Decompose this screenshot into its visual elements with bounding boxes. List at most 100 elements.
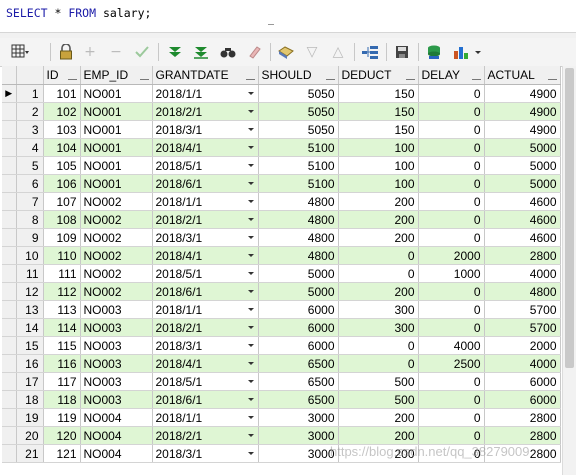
- cell-actual[interactable]: 6000: [484, 372, 561, 391]
- cell-grantdate[interactable]: 2018/5/1: [152, 372, 259, 391]
- cell-grantdate[interactable]: 2018/6/1: [152, 390, 259, 409]
- cell-emp-id[interactable]: NO001: [80, 156, 153, 175]
- cell-grantdate[interactable]: 2018/4/1: [152, 354, 259, 373]
- cell-emp-id[interactable]: NO003: [80, 318, 153, 337]
- cell-grantdate[interactable]: 2018/3/1: [152, 228, 259, 247]
- row-indicator[interactable]: ▶: [2, 84, 17, 103]
- column-header-emp-id[interactable]: EMP_ID: [80, 66, 153, 85]
- table-row[interactable]: 19 119 NO004 2018/1/1 3000 200 0 2800: [2, 408, 561, 427]
- cell-emp-id[interactable]: NO004: [80, 426, 153, 445]
- cell-grantdate[interactable]: 2018/6/1: [152, 174, 259, 193]
- row-indicator[interactable]: [2, 246, 17, 265]
- cell-delay[interactable]: 0: [418, 426, 485, 445]
- column-header-should[interactable]: SHOULD: [258, 66, 339, 85]
- grid-view-icon[interactable]: [10, 42, 30, 62]
- cell-id[interactable]: 102: [43, 102, 81, 121]
- column-header-delay[interactable]: DELAY: [418, 66, 485, 85]
- cell-delay[interactable]: 0: [418, 372, 485, 391]
- row-indicator[interactable]: [2, 120, 17, 139]
- table-row[interactable]: 12 112 NO002 2018/6/1 5000 200 0 4800: [2, 282, 561, 301]
- cell-emp-id[interactable]: NO003: [80, 354, 153, 373]
- dropdown-arrow-icon[interactable]: [247, 434, 254, 437]
- cell-actual[interactable]: 4000: [484, 264, 561, 283]
- table-row[interactable]: ▶ 1 101 NO001 2018/1/1 5050 150 0 4900: [2, 84, 561, 103]
- table-row[interactable]: 18 118 NO003 2018/6/1 6500 500 0 6000: [2, 390, 561, 409]
- row-indicator[interactable]: [2, 372, 17, 391]
- cell-delay[interactable]: 0: [418, 300, 485, 319]
- dropdown-arrow-icon[interactable]: [247, 308, 254, 311]
- clear-icon[interactable]: [244, 42, 264, 62]
- row-indicator[interactable]: [2, 300, 17, 319]
- row-indicator[interactable]: [2, 408, 17, 427]
- cell-emp-id[interactable]: NO001: [80, 84, 153, 103]
- cell-grantdate[interactable]: 2018/1/1: [152, 192, 259, 211]
- cell-should[interactable]: 5050: [258, 102, 339, 121]
- row-indicator[interactable]: [2, 174, 17, 193]
- row-indicator[interactable]: [2, 318, 17, 337]
- cell-grantdate[interactable]: 2018/2/1: [152, 318, 259, 337]
- dropdown-arrow-icon[interactable]: [247, 146, 254, 149]
- cell-should[interactable]: 6000: [258, 336, 339, 355]
- cell-grantdate[interactable]: 2018/2/1: [152, 426, 259, 445]
- cell-deduct[interactable]: 150: [338, 102, 419, 121]
- cell-id[interactable]: 114: [43, 318, 81, 337]
- dropdown-arrow-icon[interactable]: [247, 200, 254, 203]
- row-indicator[interactable]: [2, 156, 17, 175]
- cell-delay[interactable]: 0: [418, 120, 485, 139]
- cell-delay[interactable]: 0: [418, 318, 485, 337]
- dropdown-arrow-icon[interactable]: [247, 398, 254, 401]
- cell-deduct[interactable]: 150: [338, 84, 419, 103]
- sql-editor[interactable]: SELECT * FROM salary;: [0, 0, 576, 32]
- cell-delay[interactable]: 0: [418, 102, 485, 121]
- cell-should[interactable]: 5100: [258, 174, 339, 193]
- cell-id[interactable]: 106: [43, 174, 81, 193]
- post-changes-icon[interactable]: [132, 42, 152, 62]
- cell-delay[interactable]: 0: [418, 228, 485, 247]
- row-indicator[interactable]: [2, 264, 17, 283]
- cell-delay[interactable]: 1000: [418, 264, 485, 283]
- cell-delay[interactable]: 0: [418, 408, 485, 427]
- cell-grantdate[interactable]: 2018/2/1: [152, 210, 259, 229]
- cell-deduct[interactable]: 0: [338, 336, 419, 355]
- table-row[interactable]: 20 120 NO004 2018/2/1 3000 200 0 2800: [2, 426, 561, 445]
- cell-emp-id[interactable]: NO001: [80, 120, 153, 139]
- cell-emp-id[interactable]: NO001: [80, 138, 153, 157]
- dropdown-arrow-icon[interactable]: [247, 128, 254, 131]
- cell-grantdate[interactable]: 2018/1/1: [152, 300, 259, 319]
- row-indicator[interactable]: [2, 444, 17, 463]
- sort-down-icon[interactable]: ▽: [302, 42, 322, 62]
- cell-emp-id[interactable]: NO002: [80, 192, 153, 211]
- cell-should[interactable]: 3000: [258, 444, 339, 463]
- table-row[interactable]: 15 115 NO003 2018/3/1 6000 0 4000 2000: [2, 336, 561, 355]
- cell-emp-id[interactable]: NO002: [80, 228, 153, 247]
- cell-id[interactable]: 105: [43, 156, 81, 175]
- cell-emp-id[interactable]: NO002: [80, 246, 153, 265]
- export-icon[interactable]: [360, 42, 380, 62]
- cell-deduct[interactable]: 0: [338, 264, 419, 283]
- cell-grantdate[interactable]: 2018/4/1: [152, 138, 259, 157]
- vertical-scrollbar[interactable]: [562, 66, 576, 475]
- cell-id[interactable]: 108: [43, 210, 81, 229]
- cell-should[interactable]: 4800: [258, 192, 339, 211]
- cell-actual[interactable]: 2000: [484, 336, 561, 355]
- cell-emp-id[interactable]: NO002: [80, 282, 153, 301]
- cell-actual[interactable]: 5700: [484, 318, 561, 337]
- cell-should[interactable]: 4800: [258, 246, 339, 265]
- cell-delay[interactable]: 0: [418, 84, 485, 103]
- table-row[interactable]: 17 117 NO003 2018/5/1 6500 500 0 6000: [2, 372, 561, 391]
- column-header-deduct[interactable]: DEDUCT: [338, 66, 419, 85]
- cell-grantdate[interactable]: 2018/3/1: [152, 336, 259, 355]
- cell-deduct[interactable]: 0: [338, 354, 419, 373]
- cell-id[interactable]: 109: [43, 228, 81, 247]
- table-row[interactable]: 6 106 NO001 2018/6/1 5100 100 0 5000: [2, 174, 561, 193]
- cell-id[interactable]: 112: [43, 282, 81, 301]
- cell-actual[interactable]: 5000: [484, 156, 561, 175]
- cell-grantdate[interactable]: 2018/5/1: [152, 156, 259, 175]
- cell-should[interactable]: 6000: [258, 300, 339, 319]
- cell-actual[interactable]: 5000: [484, 174, 561, 193]
- row-indicator[interactable]: [2, 390, 17, 409]
- cell-actual[interactable]: 4900: [484, 84, 561, 103]
- cell-should[interactable]: 5050: [258, 120, 339, 139]
- cell-id[interactable]: 115: [43, 336, 81, 355]
- cell-emp-id[interactable]: NO003: [80, 390, 153, 409]
